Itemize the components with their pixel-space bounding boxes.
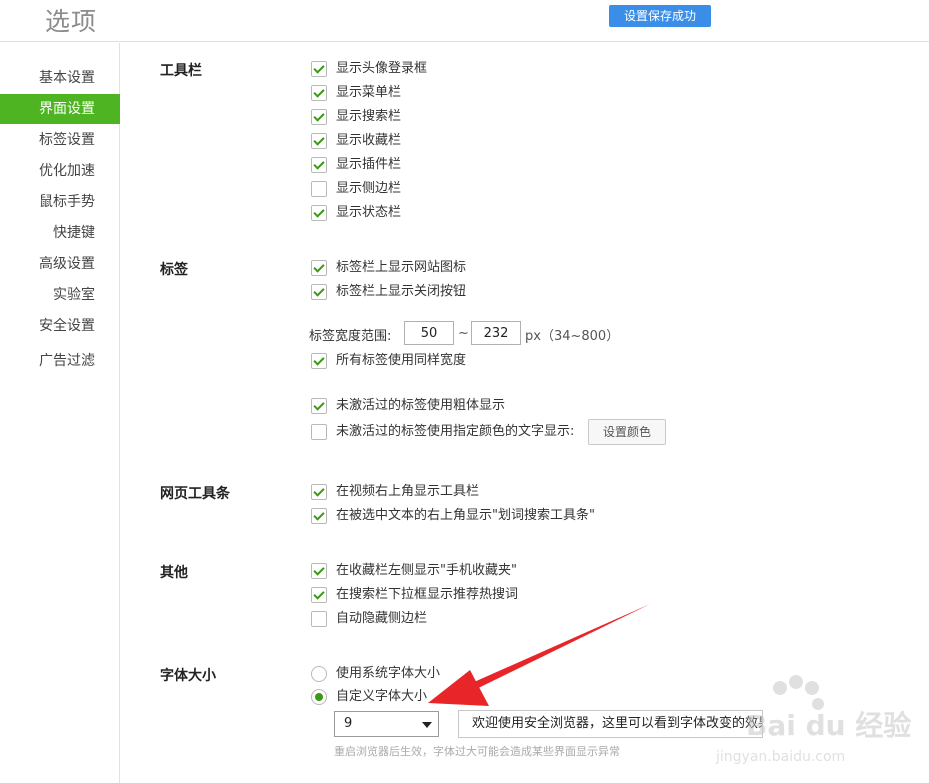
annotation-arrow-icon bbox=[428, 604, 650, 706]
options-window: 选项 设置保存成功 基本设置 界面设置 标签设置 优化加速 鼠标手势 快捷键 高… bbox=[0, 0, 929, 783]
watermark-main-text: Bai du 经验 bbox=[746, 709, 912, 742]
baidu-jingyan-watermark: Bai du 经验 jingyan.baidu.com bbox=[696, 675, 911, 780]
watermark-url: jingyan.baidu.com bbox=[716, 749, 846, 765]
